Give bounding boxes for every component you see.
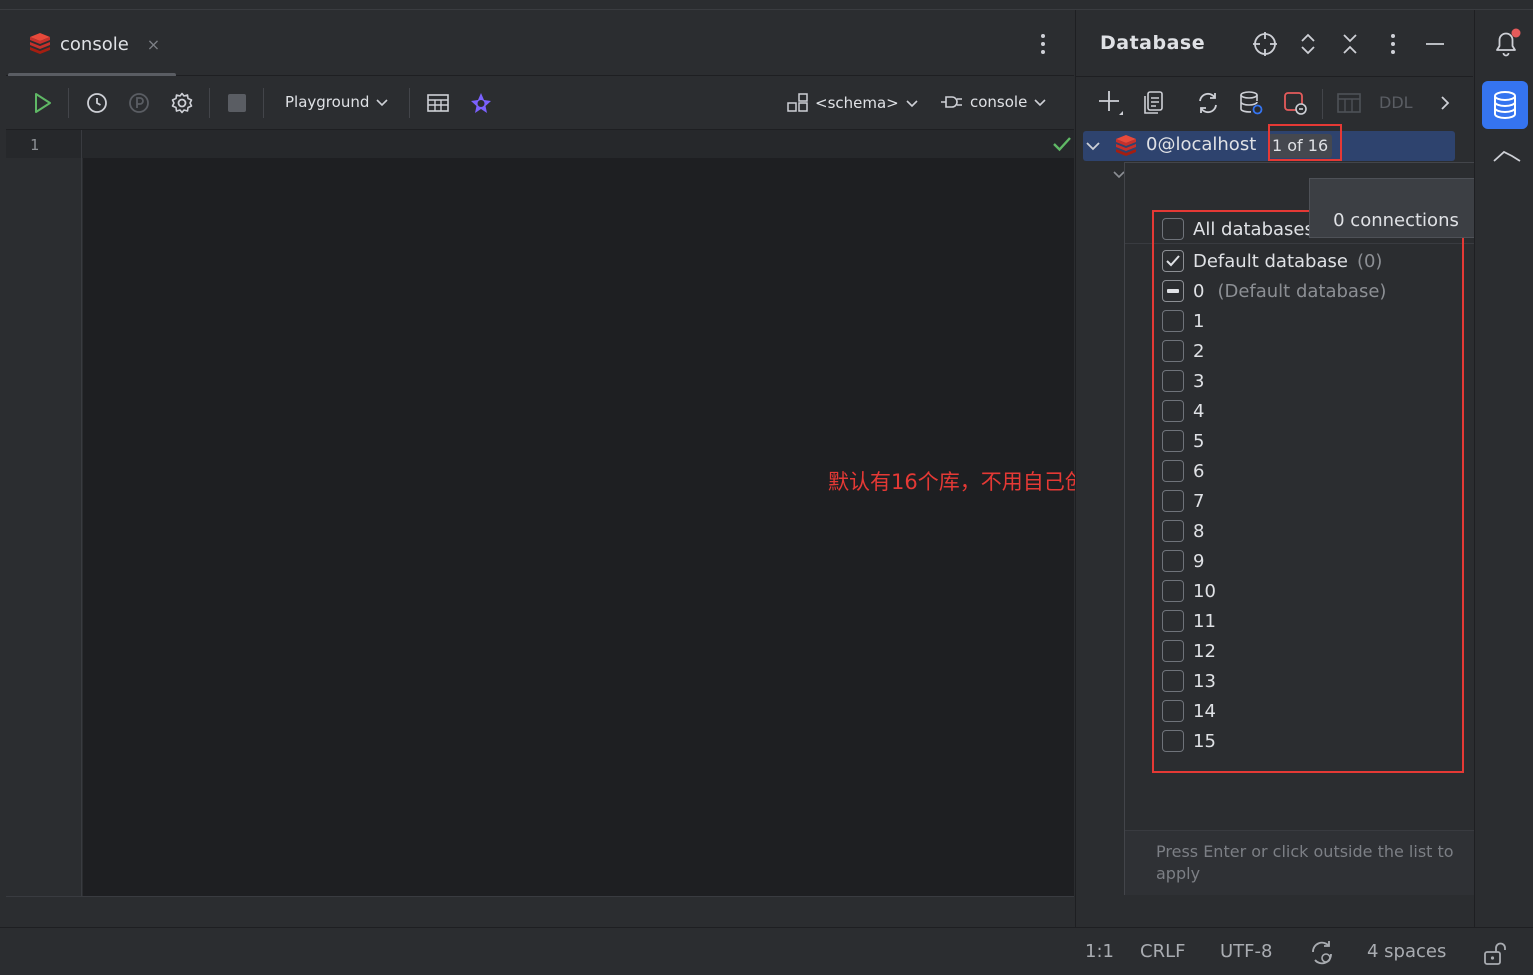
run-icon[interactable]: [29, 90, 55, 116]
status-bar: [0, 927, 1533, 975]
tab-close-button[interactable]: ×: [147, 35, 160, 54]
settings-gear-icon[interactable]: [169, 90, 195, 116]
stop-icon[interactable]: [224, 90, 250, 116]
ai-assistant-icon[interactable]: [468, 90, 494, 116]
notifications-bell-icon[interactable]: [1491, 28, 1523, 58]
toolbar-separator: [1322, 89, 1323, 119]
tab-console[interactable]: console ×: [8, 12, 176, 77]
disconnect-icon[interactable]: [1281, 89, 1309, 117]
ddl-button[interactable]: DDL: [1379, 93, 1413, 112]
connection-label: 0@localhost: [1146, 134, 1257, 155]
chevron-down-icon: [375, 95, 389, 109]
table-editor-icon[interactable]: [1335, 89, 1363, 117]
schema-icon: [787, 93, 809, 113]
line-number: 1: [30, 136, 40, 154]
chevron-down-icon: [1033, 95, 1047, 109]
toolbar-separator: [409, 88, 410, 118]
redis-icon: [1114, 135, 1138, 157]
parameters-icon[interactable]: [126, 90, 152, 116]
add-icon[interactable]: [1097, 89, 1125, 117]
line-gutter: [6, 130, 82, 896]
unlock-icon[interactable]: [1482, 941, 1508, 967]
sync-settings-icon[interactable]: [1308, 939, 1336, 967]
session-plug-icon: [940, 93, 964, 111]
session-label: console: [970, 93, 1028, 111]
inspection-ok-icon: [1052, 135, 1072, 153]
indent-setting[interactable]: 4 spaces: [1367, 941, 1446, 962]
popup-footer-hint: Press Enter or click outside the list to…: [1156, 842, 1454, 883]
minimize-icon[interactable]: [1421, 30, 1449, 58]
schema-label: <schema>: [815, 94, 899, 112]
tab-label: console: [60, 33, 129, 55]
file-encoding[interactable]: UTF-8: [1220, 941, 1272, 962]
collapse-all-icon[interactable]: [1336, 30, 1364, 58]
expand-all-icon[interactable]: [1294, 30, 1322, 58]
current-line-highlight: [6, 130, 1074, 158]
more-options-icon[interactable]: [1032, 30, 1054, 58]
refresh-icon[interactable]: [1194, 89, 1222, 117]
playground-dropdown[interactable]: Playground: [285, 93, 389, 111]
database-tool-window-button[interactable]: [1482, 81, 1528, 129]
table-view-icon[interactable]: [425, 90, 451, 116]
badge-highlight-box: [1268, 124, 1342, 161]
code-editor[interactable]: [83, 130, 1074, 896]
data-source-properties-icon[interactable]: [1237, 89, 1265, 117]
line-separator[interactable]: CRLF: [1140, 941, 1185, 962]
db-header-divider: [1075, 76, 1473, 77]
copy-properties-icon[interactable]: [1140, 89, 1168, 117]
partial-tool-icon[interactable]: [1492, 148, 1522, 162]
more-options-icon[interactable]: [1379, 30, 1407, 58]
session-dropdown[interactable]: console: [940, 93, 1047, 111]
toolbar-separator: [263, 88, 264, 118]
window-top-strip: [0, 0, 1533, 10]
history-icon[interactable]: [84, 90, 110, 116]
chevron-down-icon: [905, 96, 919, 110]
redis-icon: [28, 33, 52, 55]
schema-dropdown[interactable]: <schema>: [787, 93, 919, 113]
locate-crosshair-icon[interactable]: [1251, 30, 1279, 58]
chevron-down-icon[interactable]: [1085, 138, 1101, 154]
caret-position[interactable]: 1:1: [1085, 941, 1114, 962]
toolbar-separator: [68, 88, 69, 118]
list-highlight-box: [1152, 210, 1464, 773]
chevron-right-icon[interactable]: [1431, 89, 1459, 117]
annotation-note: 默认有16个库，不用自己创建: [828, 470, 1107, 494]
toolbar-separator: [209, 88, 210, 118]
playground-label: Playground: [285, 93, 370, 111]
editor-bottom-bar: [6, 896, 1074, 927]
database-panel-title: Database: [1100, 32, 1206, 54]
connections-tooltip: 0 connections: [1309, 178, 1483, 238]
